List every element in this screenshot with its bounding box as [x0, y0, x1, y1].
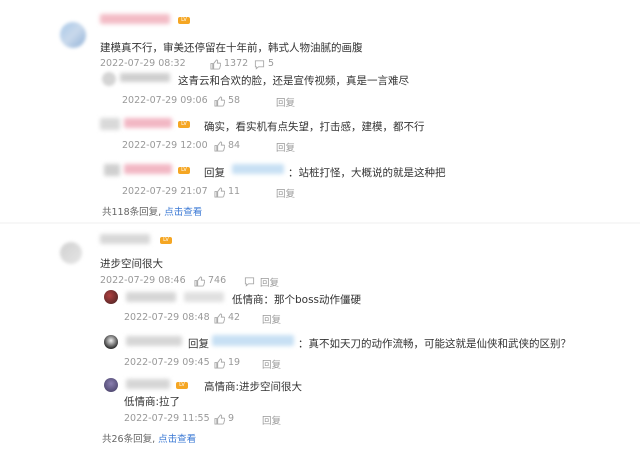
like-count: 9	[228, 413, 235, 424]
reply-button[interactable]: 回复	[262, 312, 281, 326]
reply-total: 共118条回复,	[102, 207, 162, 218]
thread-footer: 共26条回复, 点击查看	[102, 431, 196, 445]
reply-time: 2022-07-29 09:06	[122, 95, 208, 106]
username[interactable]	[100, 234, 150, 244]
level-badge-icon: LV	[176, 382, 188, 389]
thumb-up-icon[interactable]	[210, 59, 221, 70]
username[interactable]	[124, 164, 172, 174]
thumb-up-icon[interactable]	[214, 187, 225, 198]
like-count: 746	[208, 275, 227, 286]
thread-footer: 共118条回复, 点击查看	[102, 204, 202, 218]
reply-time: 2022-07-29 11:55	[124, 413, 210, 424]
reply-button[interactable]: 回复	[260, 275, 279, 289]
like-count: 19	[228, 357, 241, 368]
reply-button[interactable]: 回复	[262, 413, 281, 427]
thumb-up-icon[interactable]	[214, 141, 225, 152]
comment-icon[interactable]	[244, 276, 255, 287]
thumb-up-icon[interactable]	[214, 96, 225, 107]
reply-button[interactable]: 回复	[276, 186, 295, 200]
username[interactable]	[124, 118, 172, 128]
comment-text: 建模真不行，审美还停留在十年前，韩式人物油腻的画腹	[100, 42, 363, 54]
reply-button[interactable]: 回复	[276, 140, 295, 154]
avatar[interactable]	[102, 72, 116, 86]
reply-total: 共26条回复,	[102, 434, 156, 445]
comment-icon[interactable]	[254, 59, 265, 70]
like-count: 1372	[224, 58, 249, 69]
avatar[interactable]	[104, 290, 118, 304]
level-badge-icon: LV	[160, 237, 172, 244]
reply-text: 高情商:进步空间很大	[204, 381, 303, 393]
reply-text: 这青云和合欢的脸，还是宣传视频，真是一言难尽	[178, 75, 409, 87]
username[interactable]	[126, 292, 176, 302]
like-count: 58	[228, 95, 241, 106]
comment-count: 5	[268, 58, 275, 69]
username[interactable]	[126, 336, 182, 346]
reply-time: 2022-07-29 21:07	[122, 186, 208, 197]
username[interactable]	[120, 73, 170, 82]
thumb-up-icon[interactable]	[194, 276, 205, 287]
like-count: 11	[228, 186, 241, 197]
reply-text: ：站桩打怪，大概说的就是这种把	[288, 167, 446, 179]
reply-time: 2022-07-29 12:00	[122, 140, 208, 151]
avatar[interactable]	[104, 164, 120, 176]
reply-text: 低情商：那个boss动作僵硬	[232, 294, 362, 306]
level-badge-icon: LV	[178, 167, 190, 174]
reply-prefix: 回复	[188, 338, 209, 350]
thumb-up-icon[interactable]	[214, 313, 225, 324]
username-extra	[184, 292, 224, 302]
reply-button[interactable]: 回复	[276, 95, 295, 109]
view-replies-link[interactable]: 点击查看	[164, 207, 202, 218]
reply-text: 确实，看实机有点失望，打击感，建模，都不行	[204, 121, 425, 133]
comment-thread-1: LV 建模真不行，审美还停留在十年前，韩式人物油腻的画腹 2022-07-29 …	[0, 0, 640, 222]
avatar[interactable]	[104, 335, 118, 349]
comment-thread-2: LV 进步空间很大 2022-07-29 08:46 746 回复 低情商：那个…	[0, 224, 640, 463]
reply-text: ：真不如天刀的动作流畅，可能这就是仙侠和武侠的区别？	[298, 338, 571, 350]
username[interactable]	[100, 14, 170, 24]
comment-time: 2022-07-29 08:32	[100, 58, 186, 69]
mentioned-username[interactable]	[212, 335, 294, 346]
reply-prefix: 回复	[204, 167, 225, 179]
like-count: 42	[228, 312, 241, 323]
thumb-up-icon[interactable]	[214, 414, 225, 425]
avatar[interactable]	[100, 118, 120, 130]
reply-time: 2022-07-29 09:45	[124, 357, 210, 368]
avatar[interactable]	[104, 378, 118, 392]
reply-button[interactable]: 回复	[262, 357, 281, 371]
avatar[interactable]	[60, 242, 82, 264]
mentioned-username[interactable]	[232, 164, 284, 174]
username[interactable]	[126, 379, 170, 389]
reply-time: 2022-07-29 08:48	[124, 312, 210, 323]
level-badge-icon: LV	[178, 121, 190, 128]
avatar[interactable]	[60, 22, 86, 48]
view-replies-link[interactable]: 点击查看	[158, 434, 196, 445]
like-count: 84	[228, 140, 241, 151]
comment-text: 进步空间很大	[100, 258, 163, 270]
thumb-up-icon[interactable]	[214, 358, 225, 369]
level-badge-icon: LV	[178, 17, 190, 24]
reply-text-line2: 低情商:拉了	[124, 396, 181, 408]
comment-time: 2022-07-29 08:46	[100, 275, 186, 286]
